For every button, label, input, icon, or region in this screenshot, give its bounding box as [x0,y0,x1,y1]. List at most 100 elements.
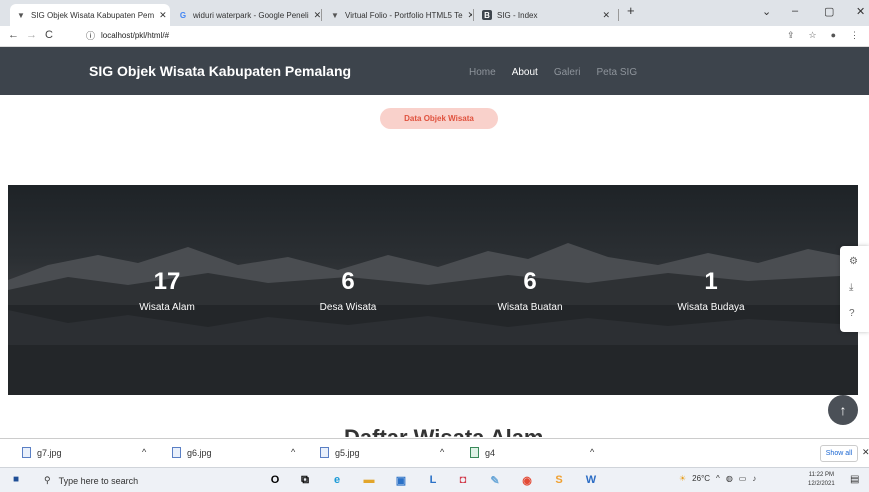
arrow-up-icon: ↑ [839,402,847,418]
tab-label: Virtual Folio - Portfolio HTML5 Te [345,10,463,20]
tab-label: SIG Objek Wisata Kabupaten Pem [31,10,155,20]
close-window-button[interactable]: ✕ [856,5,865,18]
stat-value: 17 [153,268,181,295]
stat-label: Desa Wisata [319,302,377,313]
close-tab-icon[interactable]: ✕ [468,10,472,21]
minimize-button[interactable]: – [792,5,798,17]
stat-wisata-buatan: 6 Wisata Buatan [455,268,605,313]
stat-label: Wisata Budaya [677,302,745,313]
folder-file-icon [470,447,479,458]
download-item[interactable]: g5.jpg [320,447,360,458]
store-icon[interactable]: ▣ [394,473,408,487]
stat-value: 6 [523,268,537,295]
tab-separator [321,9,322,21]
notifications-icon[interactable]: ▤ [850,474,859,485]
help-icon[interactable]: ? [849,308,855,319]
clock-time: 11:22 PM [808,472,834,478]
image-file-icon [172,447,181,458]
tab-virtual-folio[interactable]: ▼ Virtual Folio - Portfolio HTML5 Te ✕ [324,4,472,26]
close-tab-icon[interactable]: ✕ [602,10,610,21]
stat-value: 6 [341,268,355,295]
sublime-icon[interactable]: S [552,473,566,487]
close-tab-icon[interactable]: ✕ [159,10,167,21]
download-item[interactable]: g6.jpg [172,447,212,458]
chevron-up-icon[interactable]: ^ [590,447,594,457]
windows-taskbar: ■ ⚲ Type here to search O ⧉ e ▬ ▣ L ◘ ✎ … [0,467,869,492]
word-icon[interactable]: W [584,473,598,487]
address-bar: ← → C ⓘ localhost/pkl/html/# ⇪ ☆ ● ⋮ [0,26,869,47]
download-item[interactable]: g7.jpg [22,447,62,458]
tab-label: widuri waterpark - Google Peneli [193,10,309,20]
reload-icon[interactable]: C [45,29,53,41]
download-icon[interactable]: ⤓ [849,282,853,293]
image-file-icon [320,447,329,458]
brush-icon[interactable]: ✎ [488,473,502,487]
clock-date: 12/2/2021 [808,481,835,487]
network-icon[interactable]: ◍ [726,474,733,483]
menu-item-peta-sig[interactable]: Peta SIG [597,67,638,78]
browser-tab-bar: ▼ SIG Objek Wisata Kabupaten Pem ✕ G wid… [0,0,869,26]
maximize-button[interactable]: ▢ [824,5,834,18]
volume-icon[interactable]: ♪ [752,474,756,483]
bookmark-star-icon[interactable]: ☆ [808,30,816,41]
tab-sig-objek-wisata[interactable]: ▼ SIG Objek Wisata Kabupaten Pem ✕ [10,4,170,26]
new-tab-button[interactable]: + [627,3,635,18]
tab-search-icon[interactable]: ⌄ [762,5,771,18]
tab-google-search[interactable]: G widuri waterpark - Google Peneli ✕ [172,4,320,26]
tab-separator [473,9,474,21]
file-explorer-icon[interactable]: ▬ [362,473,376,487]
tab-sig-index[interactable]: B SIG - Index ✕ [476,4,616,26]
app-l-icon[interactable]: L [426,473,440,487]
stat-label: Wisata Buatan [497,302,563,313]
info-icon[interactable]: ⓘ [86,29,95,42]
share-icon[interactable]: ⇪ [787,30,795,41]
section-title: Daftar Wisata Alam [344,425,544,437]
b-favicon-icon: B [482,10,492,20]
site-menu: Home About Galeri Peta SIG [469,67,653,78]
stat-wisata-budaya: 1 Wisata Budaya [636,268,786,313]
url-field[interactable]: ⓘ localhost/pkl/html/# [86,29,169,42]
cortana-icon[interactable]: O [268,473,282,487]
task-view-icon[interactable]: ⧉ [298,473,312,487]
forward-arrow-icon[interactable]: → [26,29,37,41]
chevron-up-icon[interactable]: ^ [291,447,295,457]
profile-icon[interactable]: ● [831,30,836,41]
data-objek-wisata-badge: Data Objek Wisata [380,108,498,129]
gear-icon[interactable]: ⚙ [849,256,858,267]
menu-item-galeri[interactable]: Galeri [554,67,581,78]
chevron-up-icon[interactable]: ^ [716,474,720,483]
chevron-up-icon[interactable]: ^ [142,447,146,457]
close-tab-icon[interactable]: ✕ [314,10,320,21]
stat-label: Wisata Alam [139,302,195,313]
back-arrow-icon[interactable]: ← [8,29,19,41]
download-item[interactable]: g4 [470,447,495,458]
show-all-button[interactable]: Show all [820,445,858,462]
stats-hero: 17 Wisata Alam 6 Desa Wisata 6 Wisata Bu… [8,185,858,395]
site-brand[interactable]: SIG Objek Wisata Kabupaten Pemalang [89,63,351,79]
download-filename: g7.jpg [37,447,62,458]
download-filename: g4 [485,447,496,458]
menu-item-home[interactable]: Home [469,67,496,78]
pocket-icon[interactable]: ◘ [456,473,470,487]
battery-icon[interactable]: ▭ [739,474,747,483]
download-filename: g6.jpg [187,447,212,458]
google-favicon-icon: G [179,10,187,20]
taskbar-search[interactable]: ⚲ Type here to search [34,470,244,491]
system-tray: ☀ 26°C ^ ◍ ▭ ♪ [679,474,756,483]
vf-favicon-icon: ▼ [17,10,25,20]
vf-favicon-icon: ▼ [331,10,339,20]
back-to-top-button[interactable]: ↑ [828,395,858,425]
url-text: localhost/pkl/html/# [101,31,170,40]
close-downloads-icon[interactable]: ✕ [862,447,869,458]
more-menu-icon[interactable]: ⋮ [850,30,859,41]
weather-temp[interactable]: 26°C [692,474,710,483]
search-icon: ⚲ [44,475,51,485]
chrome-icon[interactable]: ◉ [520,473,534,487]
taskbar-clock[interactable]: 11:22 PM 12/2/2021 [808,471,835,489]
windows-start-icon[interactable]: ■ [13,474,19,485]
tab-label: SIG - Index [497,10,538,20]
menu-item-about[interactable]: About [512,67,538,78]
weather-icon[interactable]: ☀ [679,474,686,483]
edge-icon[interactable]: e [330,473,344,487]
chevron-up-icon[interactable]: ^ [440,447,444,457]
